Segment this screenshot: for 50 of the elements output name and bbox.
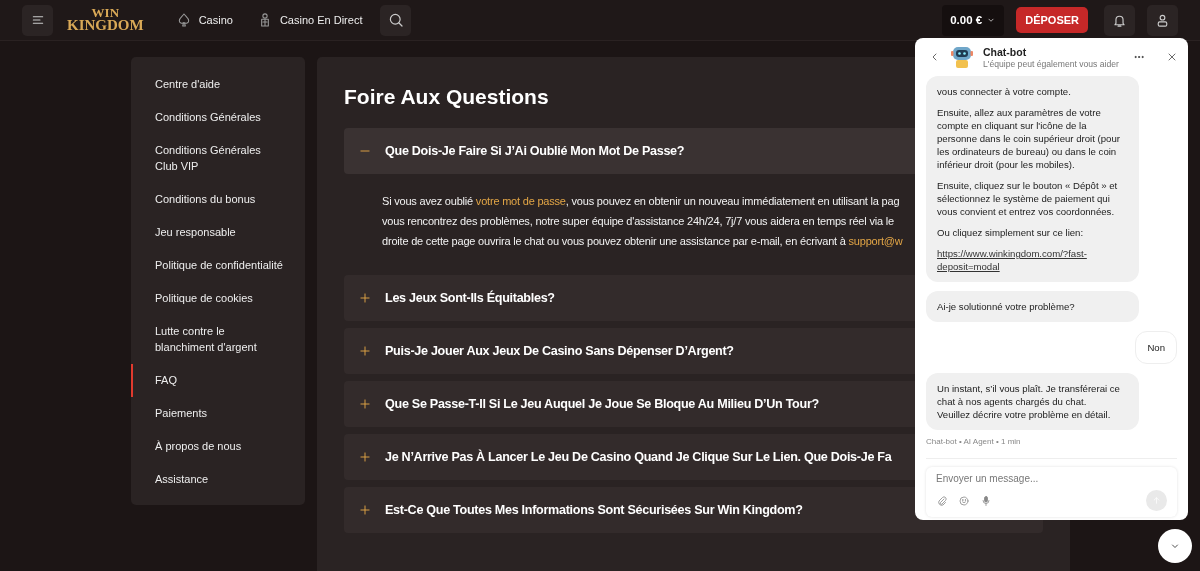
sidebar-item[interactable]: Jeu responsable [131, 216, 305, 249]
chat-subtitle: L'équipe peut également vous aider [983, 58, 1120, 69]
plus-icon [358, 397, 372, 411]
chat-title: Chat-bot [983, 45, 1028, 58]
answer-text: Si vous avez oublié votre mot de passe, vous pouvez en obtenir un nouveau immédiatement en utilisant la pag [382, 194, 900, 209]
sidebar-item[interactable]: Conditions Générales [131, 101, 305, 134]
message-text: Ou cliquez simplement sur ce lien: [937, 226, 1085, 239]
message-link[interactable]: https://www.winkingdom.com/?fast-deposit=modal [937, 247, 1128, 273]
notifications-button[interactable] [1104, 4, 1135, 36]
nav-link[interactable]: Casino En Direct [256, 12, 363, 28]
sidebar-item[interactable]: Centre d'aide [131, 68, 305, 101]
balance-dropdown[interactable]: 0.00 € [942, 4, 1005, 36]
paperclip-icon [936, 494, 948, 507]
attach-button[interactable] [936, 494, 948, 507]
sidebar-item[interactable]: FAQ [131, 364, 305, 397]
menu-button[interactable] [22, 4, 53, 36]
smiley-icon [958, 494, 970, 507]
answer-text: vous rencontrez des problèmes, notre super équipe d'assistance 24h/24, 7j/7 vous aidera en temps réel via le [382, 214, 894, 229]
plus-icon [358, 344, 372, 358]
robot-avatar-icon [949, 44, 975, 70]
message-text: vous connecter à votre compte. [937, 85, 1072, 98]
close-icon [1166, 51, 1178, 63]
page-title: Foire Aux Questions [344, 85, 549, 109]
message-text: Non [1147, 341, 1165, 354]
sidebar-item[interactable]: Paiements [131, 397, 305, 430]
sidebar-item[interactable]: Conditions du bonus [131, 183, 305, 216]
scroll-down-button[interactable] [1158, 529, 1192, 563]
nav-link[interactable]: Casino [175, 12, 233, 28]
message-meta: Chat-bot • AI Agent • 1 min [926, 437, 1022, 446]
plus-icon [358, 450, 372, 464]
microphone-button[interactable] [980, 494, 992, 507]
emoji-button[interactable] [958, 494, 970, 507]
logo[interactable]: WIN KINGDOM [67, 7, 144, 33]
sidebar-item[interactable]: À propos de nous [131, 430, 305, 463]
search-button[interactable] [380, 4, 412, 36]
close-button[interactable] [1166, 51, 1178, 63]
message-text: Ensuite, cliquez sur le bouton « Dépôt » et sélectionnez le système de paiement qui vous convient et entrez vos coordonnées. [937, 179, 1119, 218]
answer-text: droite de cette page ouvrira le chat ou vous pouvez obtenir une assistance par e-mail, en écrivant à support@w [382, 234, 903, 249]
plus-icon [358, 291, 372, 305]
microphone-icon [980, 494, 992, 507]
deposit-button[interactable]: DÉPOSER [1016, 7, 1088, 33]
sidebar-item[interactable]: Assistance [131, 463, 305, 496]
answer-link[interactable]: support@w [848, 235, 903, 247]
account-button[interactable] [1147, 4, 1178, 36]
sidebar-item[interactable]: Conditions Générales Club VIP [131, 134, 305, 183]
sidebar-item[interactable]: Politique de cookies [131, 282, 305, 315]
answer-link[interactable]: votre mot de passe [475, 195, 566, 207]
sidebar-item[interactable]: Lutte contre le blanchiment d'argent [131, 315, 305, 364]
plus-icon [358, 503, 372, 517]
sidebar-item[interactable]: Politique de confidentialité [131, 249, 305, 282]
